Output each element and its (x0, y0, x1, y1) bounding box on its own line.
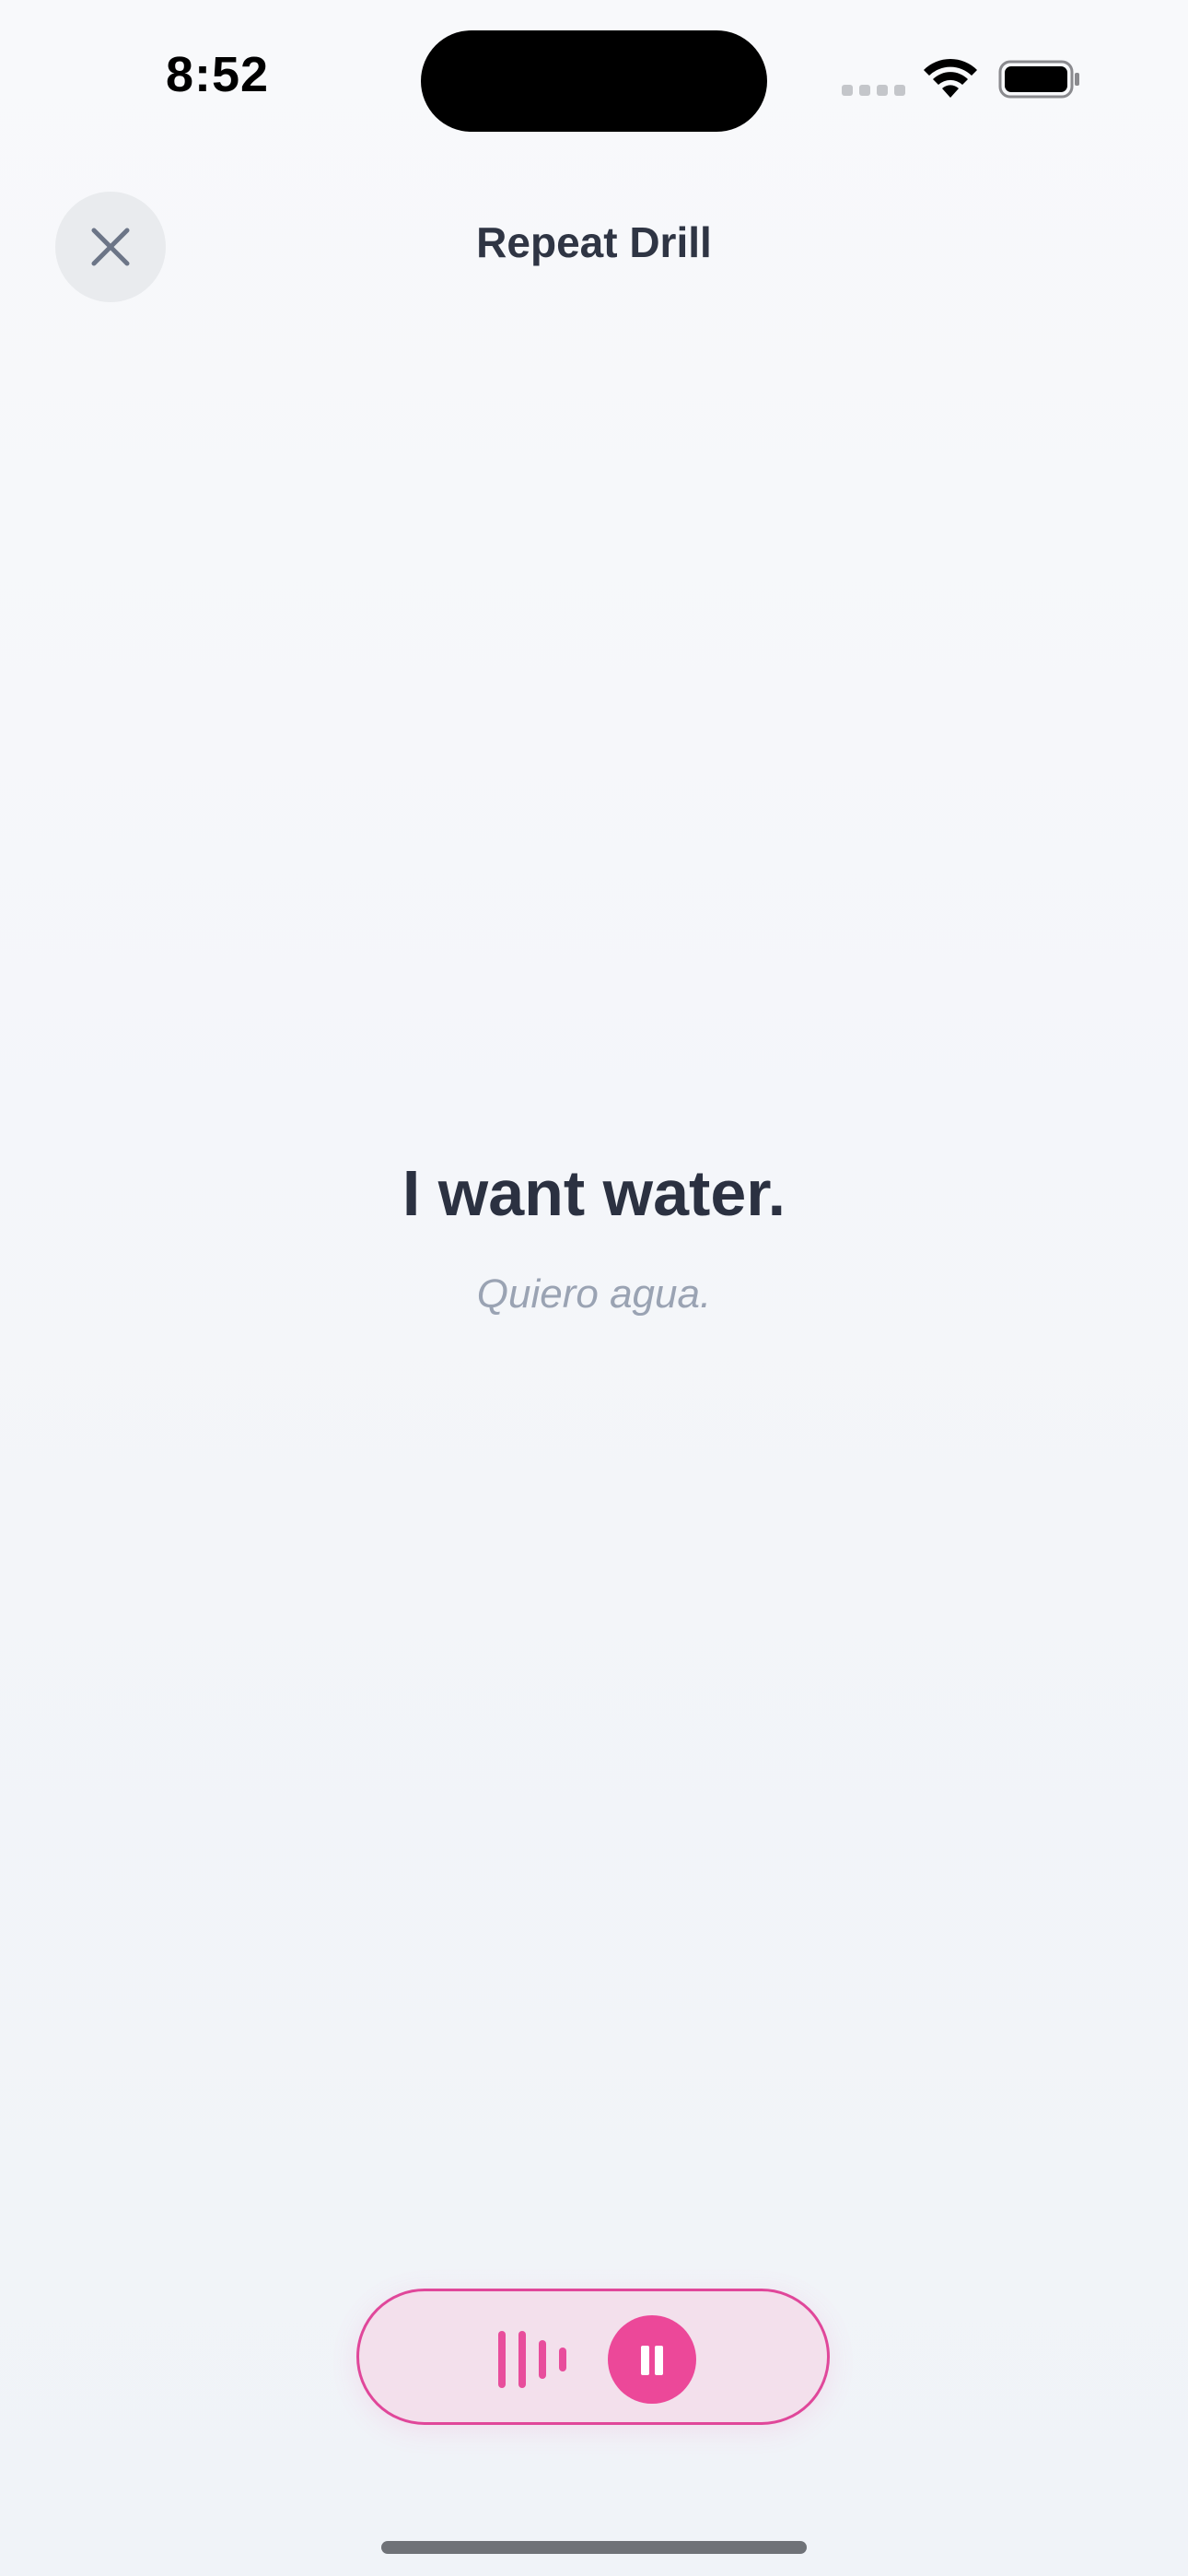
playback-control-pill (356, 2289, 830, 2425)
home-indicator[interactable] (381, 2541, 807, 2554)
status-time: 8:52 (166, 47, 270, 102)
pause-button[interactable] (608, 2315, 696, 2404)
drill-translation: Quiero agua. (476, 1271, 712, 1317)
drill-phrase: I want water. (402, 1157, 786, 1229)
page-title: Repeat Drill (476, 218, 712, 266)
battery-icon (998, 60, 1079, 99)
cellular-signal-icon (842, 85, 906, 98)
pause-icon (608, 2315, 696, 2404)
audio-waveform-icon (498, 2291, 566, 2428)
wifi-icon (924, 58, 977, 98)
dynamic-island (421, 30, 767, 132)
